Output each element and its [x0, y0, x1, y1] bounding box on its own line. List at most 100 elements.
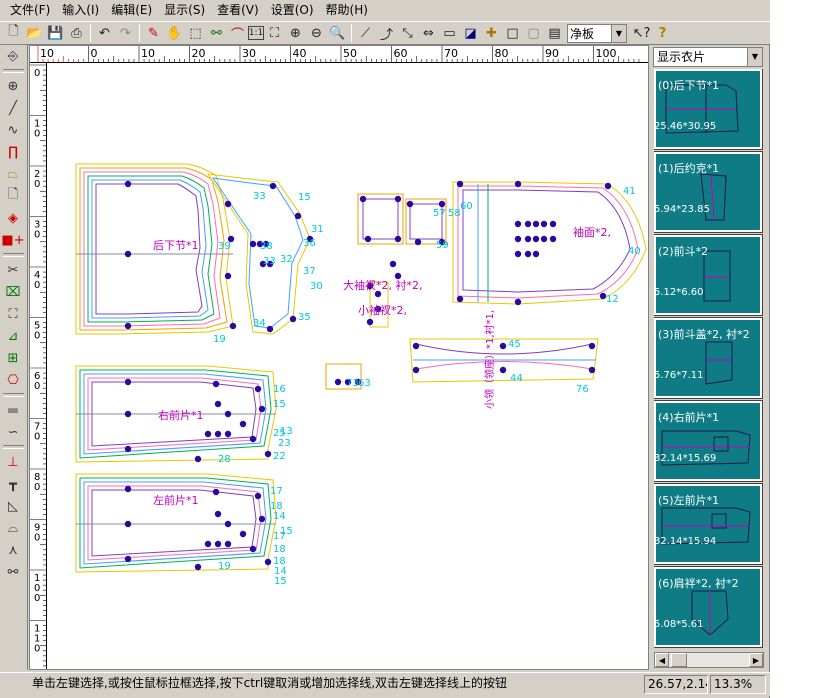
- t-square-tool-icon[interactable]: ┳: [0, 473, 26, 495]
- control-point[interactable]: [532, 250, 540, 258]
- actual-size-icon[interactable]: 1:1: [248, 26, 264, 40]
- control-point[interactable]: [269, 182, 277, 190]
- select-tool-icon[interactable]: ⎆: [0, 45, 26, 67]
- tool-g-icon[interactable]: ✚: [481, 23, 502, 44]
- control-point[interactable]: [549, 235, 557, 243]
- control-point[interactable]: [389, 260, 397, 268]
- tool-e-icon[interactable]: ▭: [439, 23, 460, 44]
- control-point[interactable]: [294, 212, 302, 220]
- control-point[interactable]: [224, 272, 232, 280]
- open-folder-icon[interactable]: 📂: [24, 23, 45, 44]
- control-point[interactable]: [540, 220, 548, 228]
- help-icon[interactable]: ?: [652, 23, 673, 44]
- scroll-left-icon[interactable]: ◀: [655, 653, 669, 667]
- line-tool-icon[interactable]: ╱: [0, 97, 26, 119]
- undo-icon[interactable]: ↶: [94, 23, 115, 44]
- menu-view[interactable]: 查看(V): [211, 1, 265, 20]
- piece-list-scrollbar[interactable]: ◀ ▶: [654, 652, 764, 668]
- control-point[interactable]: [124, 410, 132, 418]
- control-point[interactable]: [549, 220, 557, 228]
- connect-icon[interactable]: ⚯: [206, 23, 227, 44]
- scrollbar-thumb[interactable]: [671, 653, 687, 667]
- control-point[interactable]: [289, 315, 297, 323]
- rect-tool-icon[interactable]: ⌧: [0, 281, 26, 303]
- curve-tool-icon[interactable]: ∿: [0, 119, 26, 141]
- control-point[interactable]: [229, 322, 237, 330]
- control-point[interactable]: [239, 530, 247, 538]
- control-point[interactable]: [412, 366, 420, 374]
- print-icon[interactable]: ⎙: [66, 23, 87, 44]
- save-icon[interactable]: 💾: [45, 23, 66, 44]
- menu-edit[interactable]: 编辑(E): [105, 1, 158, 20]
- control-point[interactable]: [239, 420, 247, 428]
- control-point[interactable]: [124, 485, 132, 493]
- piece-card-6[interactable]: (6)肩袢*2, 衬*2 5.08*5.61: [654, 566, 763, 648]
- control-point[interactable]: [514, 220, 522, 228]
- piece-card-4[interactable]: (4)右前片*1 32.14*15.69: [654, 400, 763, 482]
- control-point[interactable]: [124, 520, 132, 528]
- zoom-in-icon[interactable]: ⊕: [285, 23, 306, 44]
- add-point-tool-icon[interactable]: ■+: [0, 229, 26, 251]
- control-point[interactable]: [204, 540, 212, 548]
- control-point[interactable]: [334, 378, 342, 386]
- drawing-canvas[interactable]: 10 0 10 20 30 40 50 60 70 80 90 100 010203040506070…: [29, 45, 649, 670]
- control-point[interactable]: [359, 195, 367, 203]
- seam-tool-icon[interactable]: ∽: [0, 421, 26, 443]
- menu-file[interactable]: 文件(F): [4, 1, 56, 20]
- control-point[interactable]: [124, 180, 132, 188]
- control-point[interactable]: [194, 563, 202, 571]
- control-point[interactable]: [124, 555, 132, 563]
- zoom-icon[interactable]: 🔍: [327, 23, 348, 44]
- menu-help[interactable]: 帮助(H): [320, 1, 374, 20]
- mode-select[interactable]: 净板 ▼: [567, 23, 627, 43]
- page-tool-icon[interactable]: 🗋: [0, 185, 26, 207]
- control-point[interactable]: [604, 182, 612, 190]
- zoom-out-icon[interactable]: ⊖: [306, 23, 327, 44]
- control-point[interactable]: [514, 250, 522, 258]
- piece-card-2[interactable]: (2)前斗*2 5.12*6.60: [654, 234, 763, 316]
- chevron-down-icon[interactable]: ▼: [611, 24, 626, 42]
- control-point[interactable]: [194, 455, 202, 463]
- piece-card-1[interactable]: (1)后约克*1 5.94*23.85: [654, 151, 763, 233]
- control-point[interactable]: [514, 235, 522, 243]
- tool-a-icon[interactable]: ⟋: [355, 23, 376, 44]
- control-point[interactable]: [224, 200, 232, 208]
- control-point[interactable]: [254, 385, 262, 393]
- measure-tool-icon[interactable]: ⊥: [0, 451, 26, 473]
- control-point[interactable]: [524, 235, 532, 243]
- control-point[interactable]: [394, 195, 402, 203]
- control-point[interactable]: [406, 200, 414, 208]
- display-mode-dropdown[interactable]: 显示衣片 ▼: [653, 47, 763, 67]
- control-point[interactable]: [124, 250, 132, 258]
- context-help-icon[interactable]: ↖?: [631, 23, 652, 44]
- control-point[interactable]: [258, 515, 266, 523]
- control-point[interactable]: [254, 492, 262, 500]
- menu-settings[interactable]: 设置(O): [265, 1, 320, 20]
- piece-tool-icon[interactable]: ⛶: [0, 303, 26, 325]
- diamond-tool-icon[interactable]: ◈: [0, 207, 26, 229]
- control-point[interactable]: [224, 410, 232, 418]
- control-point[interactable]: [499, 342, 507, 350]
- control-point[interactable]: [224, 540, 232, 548]
- piece-card-3[interactable]: (3)前斗盖*2, 衬*2 5.76*7.11: [654, 317, 763, 399]
- control-point[interactable]: [214, 400, 222, 408]
- control-point[interactable]: [124, 378, 132, 386]
- triangle-tool-icon[interactable]: ◺: [0, 495, 26, 517]
- grade-tool-icon[interactable]: ⊞: [0, 347, 26, 369]
- outline-tool-icon[interactable]: ⎔: [0, 369, 26, 391]
- control-point[interactable]: [456, 180, 464, 188]
- control-point[interactable]: [514, 298, 522, 306]
- control-point[interactable]: [249, 240, 257, 248]
- piece-list[interactable]: (0)后下节*1 25.46*30.95 (1)后约克*1 5.94*23.85…: [654, 69, 764, 649]
- control-point[interactable]: [540, 235, 548, 243]
- compass-tool-icon[interactable]: ⋏: [0, 539, 26, 561]
- pencil-icon[interactable]: ✎: [143, 23, 164, 44]
- redo-icon[interactable]: ↷: [115, 23, 136, 44]
- tool-j-icon[interactable]: ▤: [544, 23, 565, 44]
- control-point[interactable]: [214, 430, 222, 438]
- pattern-drawing[interactable]: 后下节*1 袖面*2, 大袖衩*2, 衬*2, 小袖衩*2, 右前片*1 左前片…: [48, 64, 648, 669]
- control-point[interactable]: [532, 235, 540, 243]
- control-point[interactable]: [249, 435, 257, 443]
- control-point[interactable]: [224, 520, 232, 528]
- control-point[interactable]: [514, 180, 522, 188]
